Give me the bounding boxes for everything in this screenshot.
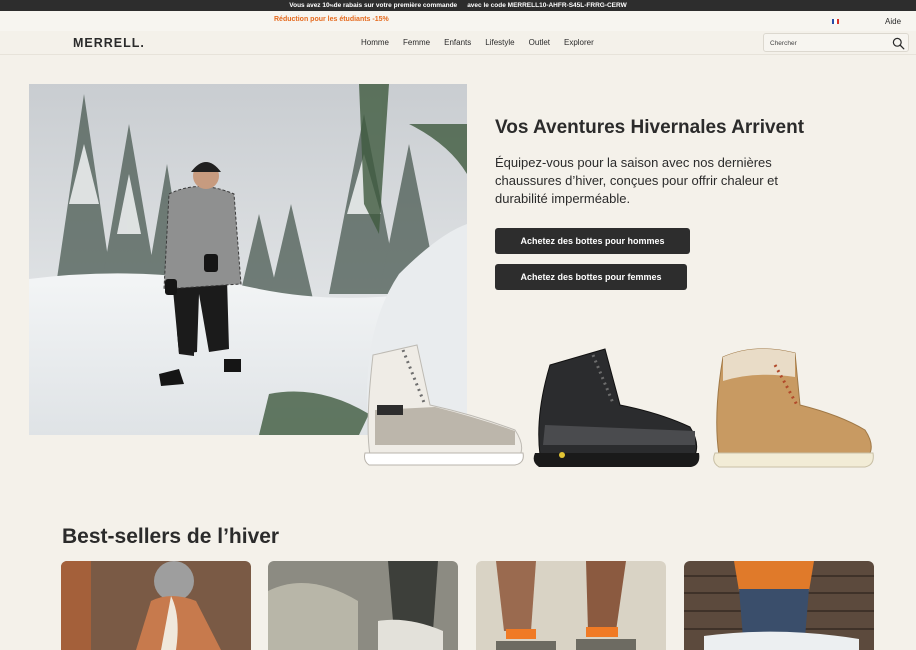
- bestsellers-title: Best-sellers de l’hiver: [62, 525, 280, 548]
- shop-women-boots-button[interactable]: Achetez des bottes pour femmes: [495, 264, 687, 290]
- nav-explorer[interactable]: Explorer: [564, 38, 594, 47]
- announcement-bar: Vous avez 10% de rabais sur votre premiè…: [0, 0, 916, 11]
- nav-enfants[interactable]: Enfants: [444, 38, 471, 47]
- shop-men-boots-button[interactable]: Achetez des bottes pour hommes: [495, 228, 690, 254]
- search-input[interactable]: [770, 37, 882, 49]
- search-icon[interactable]: [892, 37, 905, 50]
- announcement-middle: de rabais sur votre première commande: [333, 2, 458, 9]
- announcement-code[interactable]: MERRELL10-AHFR-S45L-FRRG-CERW: [508, 2, 627, 9]
- main-header: MERRELL. Homme Femme Enfants Lifestyle O…: [0, 31, 916, 55]
- hero-title: Vos Aventures Hivernales Arrivent: [495, 117, 805, 138]
- main-nav: Homme Femme Enfants Lifestyle Outlet Exp…: [361, 38, 608, 47]
- bestseller-card-2[interactable]: [268, 561, 458, 650]
- search-box: [763, 33, 909, 52]
- french-flag-icon[interactable]: [832, 19, 839, 24]
- boot-black-image[interactable]: [533, 348, 700, 467]
- announcement-code-prefix: avec le code: [467, 2, 506, 9]
- merrell-logo[interactable]: MERRELL.: [73, 36, 145, 50]
- help-link[interactable]: Aide: [885, 17, 901, 26]
- bestseller-card-4[interactable]: [684, 561, 874, 650]
- nav-homme[interactable]: Homme: [361, 38, 389, 47]
- boots-showcase: [355, 335, 885, 475]
- announcement-lead: Vous avez 10: [289, 2, 330, 9]
- boot-tan-image[interactable]: [713, 348, 874, 468]
- promo-row: Réduction pour les étudiants -15% Aide: [0, 11, 916, 31]
- bestseller-card-3[interactable]: [476, 561, 666, 650]
- hero-subtitle: Équipez-vous pour la saison avec nos der…: [495, 155, 779, 206]
- student-discount-link[interactable]: Réduction pour les étudiants -15%: [274, 16, 389, 23]
- boot-white-image[interactable]: [364, 344, 524, 466]
- nav-lifestyle[interactable]: Lifestyle: [485, 38, 514, 47]
- nav-femme[interactable]: Femme: [403, 38, 430, 47]
- bestseller-card-1[interactable]: [61, 561, 251, 650]
- nav-outlet[interactable]: Outlet: [529, 38, 550, 47]
